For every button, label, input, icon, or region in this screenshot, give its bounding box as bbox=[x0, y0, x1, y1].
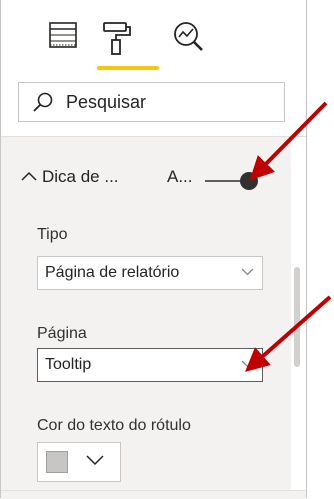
toggle-label: A... bbox=[167, 167, 193, 186]
toggle-track bbox=[205, 180, 245, 182]
pagina-label: Página bbox=[37, 325, 87, 342]
tipo-value: Página de relatório bbox=[45, 264, 180, 281]
search-input[interactable]: Pesquisar bbox=[18, 82, 285, 122]
scrollbar-thumb[interactable] bbox=[294, 267, 300, 367]
tab-fields[interactable] bbox=[43, 20, 83, 62]
search-icon bbox=[33, 92, 53, 112]
section-toggle[interactable] bbox=[205, 172, 258, 190]
visualizations-pane: Pesquisar Dica de ... A... Tipo Página d… bbox=[0, 0, 307, 499]
toggle-knob[interactable] bbox=[240, 172, 258, 190]
tab-analytics[interactable] bbox=[169, 20, 209, 62]
chevron-down-icon bbox=[241, 268, 254, 276]
magnifier-chart-icon bbox=[174, 22, 203, 51]
tab-format[interactable] bbox=[96, 20, 136, 62]
table-grid-icon bbox=[49, 22, 77, 48]
label-color-label: Cor do texto do rótulo bbox=[37, 417, 191, 434]
tipo-label: Tipo bbox=[37, 226, 68, 243]
pagina-dropdown[interactable]: Tooltip bbox=[37, 348, 263, 382]
label-color-picker[interactable] bbox=[37, 442, 121, 482]
chevron-down-icon bbox=[241, 360, 254, 368]
paint-roller-icon bbox=[103, 22, 131, 55]
chevron-down-icon bbox=[86, 455, 104, 466]
pane-tabs bbox=[1, 0, 306, 74]
section-title: Dica de ... bbox=[42, 167, 119, 186]
tipo-dropdown[interactable]: Página de relatório bbox=[37, 256, 263, 290]
search-placeholder: Pesquisar bbox=[66, 92, 147, 112]
active-tab-indicator bbox=[97, 66, 159, 70]
chevron-up-icon bbox=[21, 171, 37, 181]
color-swatch bbox=[46, 451, 68, 473]
section-header[interactable]: Dica de ... A... bbox=[1, 137, 291, 217]
scrollbar[interactable] bbox=[291, 137, 306, 490]
pagina-value: Tooltip bbox=[45, 356, 92, 373]
tooltip-section: Dica de ... A... Tipo Página de relatóri… bbox=[1, 137, 291, 490]
